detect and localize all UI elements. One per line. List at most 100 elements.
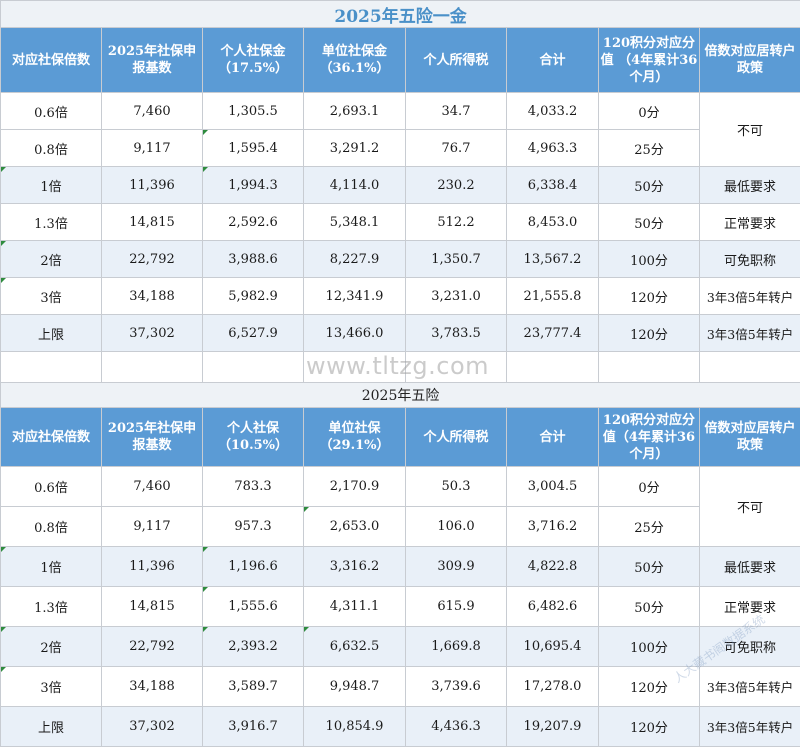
cell-policy: 正常要求 <box>700 204 800 241</box>
cell-policy: 可免职称 <box>700 241 800 278</box>
cell-multiple: 1倍 <box>1 167 102 204</box>
header-total: 合计 <box>507 408 599 467</box>
site-watermark: www.tltzg.com <box>306 352 489 380</box>
cell-base: 11,396 <box>102 167 203 204</box>
cell-base: 34,188 <box>102 667 203 707</box>
cell-personal: 2,393.2 <box>203 627 304 667</box>
table-row: 上限 37,302 3,916.7 10,854.9 4,436.3 19,20… <box>1 707 800 747</box>
cell-policy-merged: 不可 <box>700 93 800 167</box>
cell-base: 22,792 <box>102 241 203 278</box>
cell-tax: 615.9 <box>406 587 507 627</box>
header-tax: 个人所得税 <box>406 28 507 93</box>
cell-total: 10,695.4 <box>507 627 599 667</box>
cell-personal: 1,555.6 <box>203 587 304 627</box>
cell-company: 2,653.0 <box>304 507 406 547</box>
cell-total: 4,822.8 <box>507 547 599 587</box>
cell-company: 12,341.9 <box>304 278 406 315</box>
cell-total: 4,963.3 <box>507 130 599 167</box>
cell-personal: 3,916.7 <box>203 707 304 747</box>
table-row: 1.3倍 14,815 1,555.6 4,311.1 615.9 6,482.… <box>1 587 800 627</box>
cell-points: 100分 <box>599 241 700 278</box>
cell-tax: 3,231.0 <box>406 278 507 315</box>
cell-multiple: 上限 <box>1 315 102 352</box>
cell-personal: 1,196.6 <box>203 547 304 587</box>
empty-cell <box>203 352 304 383</box>
cell-policy: 3年3倍5年转户 <box>700 667 800 707</box>
cell-company: 8,227.9 <box>304 241 406 278</box>
header-policy: 倍数对应居转户政策 <box>700 408 800 467</box>
empty-cell <box>599 352 700 383</box>
cell-policy: 最低要求 <box>700 167 800 204</box>
cell-total: 3,716.2 <box>507 507 599 547</box>
cell-multiple: 0.8倍 <box>1 130 102 167</box>
table1-title: 2025年五险一金 <box>1 1 800 28</box>
cell-personal: 957.3 <box>203 507 304 547</box>
cell-company: 4,114.0 <box>304 167 406 204</box>
header-points: 120积分对应分值（4年累计36个月） <box>599 408 700 467</box>
cell-points: 120分 <box>599 278 700 315</box>
table-row: 0.6倍 7,460 1,305.5 2,693.1 34.7 4,033.2 … <box>1 93 800 130</box>
cell-tax: 309.9 <box>406 547 507 587</box>
cell-personal: 2,592.6 <box>203 204 304 241</box>
table-row: 0.8倍 9,117 957.3 2,653.0 106.0 3,716.2 2… <box>1 507 800 547</box>
cell-company: 2,693.1 <box>304 93 406 130</box>
cell-tax: 34.7 <box>406 93 507 130</box>
cell-total: 6,482.6 <box>507 587 599 627</box>
cell-company: 3,316.2 <box>304 547 406 587</box>
cell-points: 25分 <box>599 507 700 547</box>
cell-policy: 3年3倍5年转户 <box>700 278 800 315</box>
cell-personal: 1,595.4 <box>203 130 304 167</box>
cell-base: 11,396 <box>102 547 203 587</box>
table2-title: 2025年五险 <box>1 383 800 408</box>
cell-base: 37,302 <box>102 707 203 747</box>
cell-points: 0分 <box>599 467 700 507</box>
cell-base: 7,460 <box>102 93 203 130</box>
cell-policy: 3年3倍5年转户 <box>700 707 800 747</box>
cell-base: 7,460 <box>102 467 203 507</box>
cell-base: 9,117 <box>102 507 203 547</box>
cell-base: 34,188 <box>102 278 203 315</box>
cell-company: 3,291.2 <box>304 130 406 167</box>
table-row: 3倍 34,188 5,982.9 12,341.9 3,231.0 21,55… <box>1 278 800 315</box>
cell-total: 19,207.9 <box>507 707 599 747</box>
cell-company: 9,948.7 <box>304 667 406 707</box>
cell-points: 25分 <box>599 130 700 167</box>
table2-header-row: 对应社保倍数 2025年社保申报基数 个人社保（10.5%） 单位社保（29.1… <box>1 408 800 467</box>
cell-policy-merged: 不可 <box>700 467 800 547</box>
cell-multiple: 3倍 <box>1 278 102 315</box>
table-row: 1.3倍 14,815 2,592.6 5,348.1 512.2 8,453.… <box>1 204 800 241</box>
cell-points: 50分 <box>599 167 700 204</box>
cell-company: 13,466.0 <box>304 315 406 352</box>
table1-header-row: 对应社保倍数 2025年社保申报基数 个人社保金（17.5%） 单位社保金（36… <box>1 28 800 93</box>
table-row: 1倍 11,396 1,196.6 3,316.2 309.9 4,822.8 … <box>1 547 800 587</box>
cell-total: 6,338.4 <box>507 167 599 204</box>
cell-multiple: 1.3倍 <box>1 204 102 241</box>
cell-personal: 783.3 <box>203 467 304 507</box>
cell-company: 6,632.5 <box>304 627 406 667</box>
cell-total: 23,777.4 <box>507 315 599 352</box>
cell-personal: 1,305.5 <box>203 93 304 130</box>
cell-total: 13,567.2 <box>507 241 599 278</box>
cell-tax: 50.3 <box>406 467 507 507</box>
cell-personal: 6,527.9 <box>203 315 304 352</box>
header-base: 2025年社保申报基数 <box>102 408 203 467</box>
cell-multiple: 3倍 <box>1 667 102 707</box>
cell-base: 14,815 <box>102 204 203 241</box>
cell-total: 8,453.0 <box>507 204 599 241</box>
cell-total: 4,033.2 <box>507 93 599 130</box>
cell-policy: 最低要求 <box>700 547 800 587</box>
cell-points: 50分 <box>599 204 700 241</box>
cell-company: 4,311.1 <box>304 587 406 627</box>
empty-cell <box>102 352 203 383</box>
header-multiple: 对应社保倍数 <box>1 408 102 467</box>
cell-company: 10,854.9 <box>304 707 406 747</box>
cell-personal: 5,982.9 <box>203 278 304 315</box>
cell-total: 17,278.0 <box>507 667 599 707</box>
cell-company: 5,348.1 <box>304 204 406 241</box>
cell-base: 14,815 <box>102 587 203 627</box>
cell-multiple: 0.6倍 <box>1 93 102 130</box>
cell-company: 2,170.9 <box>304 467 406 507</box>
header-company: 单位社保（29.1%） <box>304 408 406 467</box>
header-tax: 个人所得税 <box>406 408 507 467</box>
cell-tax: 106.0 <box>406 507 507 547</box>
